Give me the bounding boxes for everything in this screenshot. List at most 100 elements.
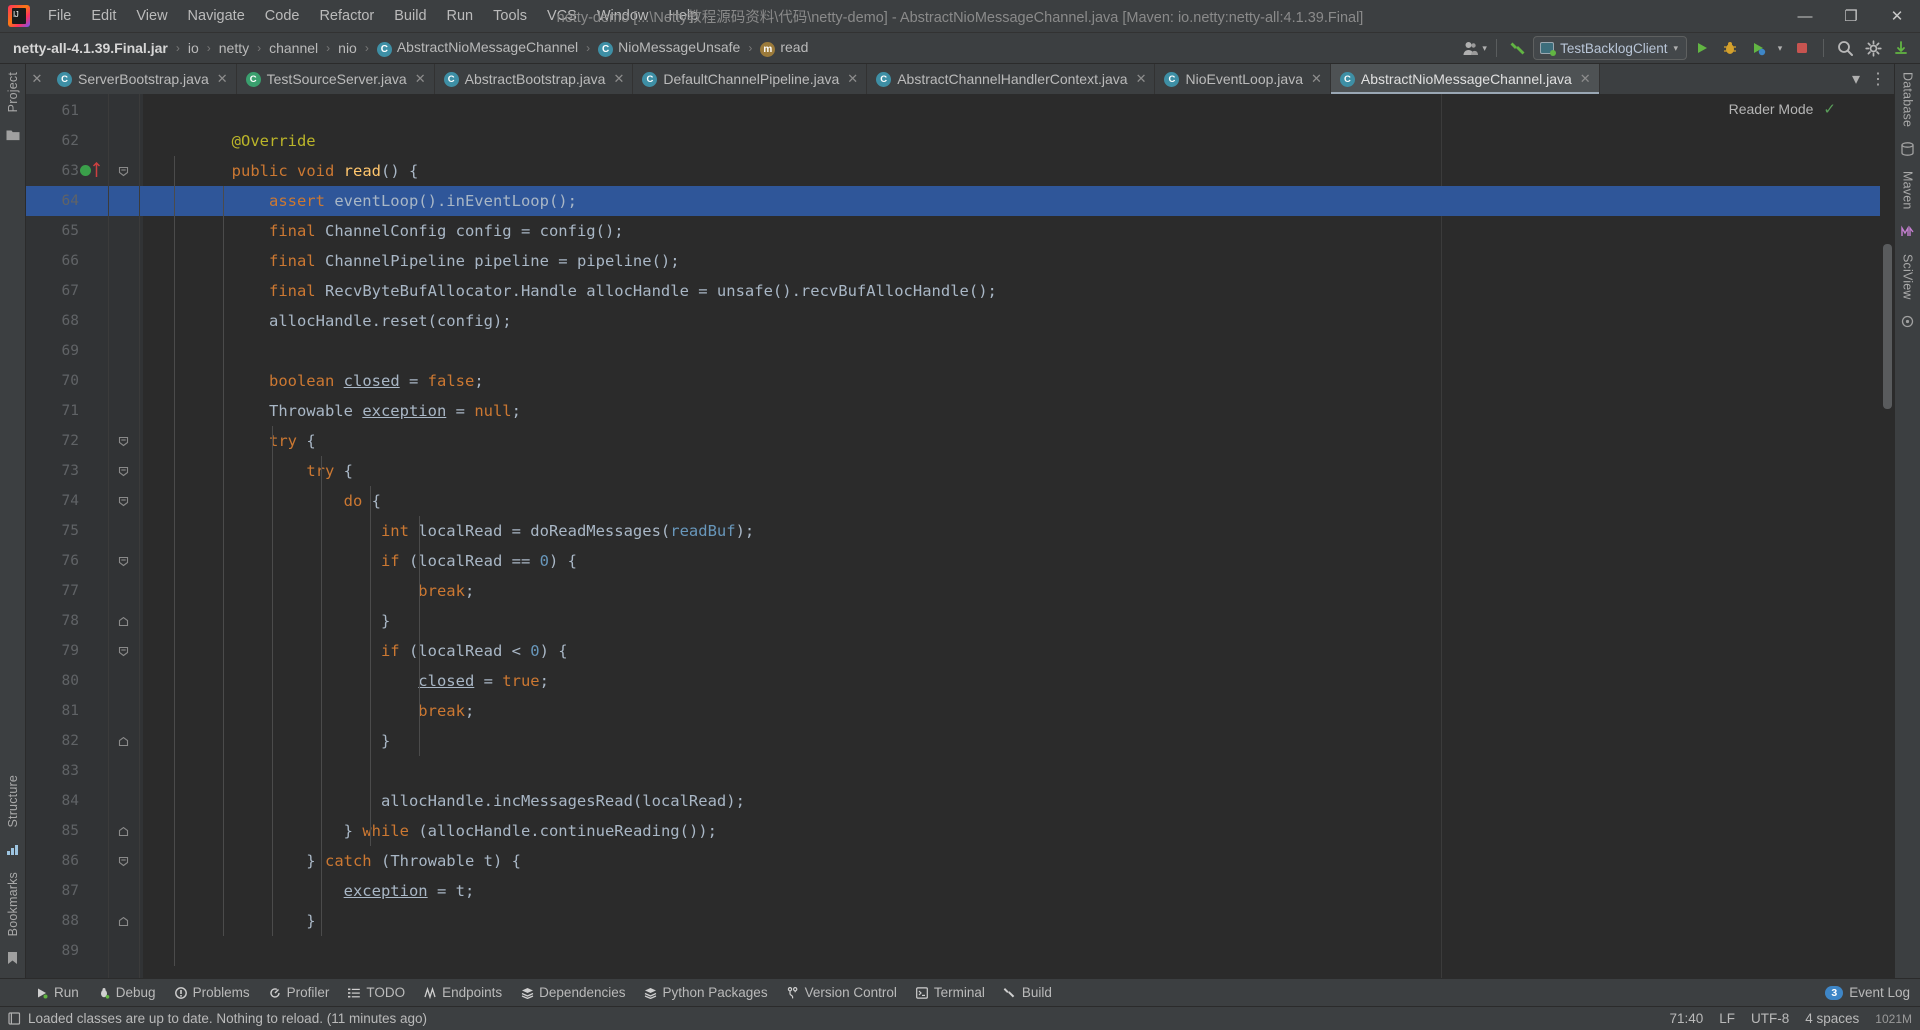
code-fold-icon[interactable] <box>116 486 130 516</box>
line-number[interactable]: 65 <box>39 216 79 246</box>
structure-icon[interactable] <box>5 842 21 858</box>
code-line[interactable]: final ChannelPipeline pipeline = pipelin… <box>143 246 1894 276</box>
menu-run[interactable]: Run <box>437 3 484 29</box>
menu-code[interactable]: Code <box>255 3 310 29</box>
code-fold-icon[interactable] <box>116 456 130 486</box>
line-number[interactable]: 70 <box>39 366 79 396</box>
run-with-coverage-button[interactable] <box>1745 36 1771 60</box>
override-method-icon[interactable] <box>80 165 91 176</box>
code-fold-end-icon[interactable] <box>116 906 130 936</box>
tabs-options-icon[interactable]: ⋮ <box>1868 67 1888 91</box>
menu-view[interactable]: View <box>126 3 177 29</box>
event-log-button[interactable]: 3 Event Log <box>1825 985 1910 1000</box>
tabs-overflow-icon[interactable]: ▾ <box>1846 67 1866 91</box>
code-line[interactable]: final RecvByteBufAllocator.Handle allocH… <box>143 276 1894 306</box>
code-line[interactable]: assert eventLoop().inEventLoop(); <box>143 186 1894 216</box>
line-number[interactable]: 62 <box>39 126 79 156</box>
menu-help[interactable]: Help <box>658 3 708 29</box>
tool-button-debug[interactable]: Debug <box>88 982 165 1003</box>
code-line[interactable]: if (localRead == 0) { <box>143 546 1894 576</box>
code-line[interactable]: boolean closed = false; <box>143 366 1894 396</box>
line-number[interactable]: 80 <box>39 666 79 696</box>
line-number[interactable]: 88 <box>39 906 79 936</box>
close-icon[interactable]: ✕ <box>217 71 228 87</box>
line-number[interactable]: 66 <box>39 246 79 276</box>
breadcrumb-item-io[interactable]: io <box>185 39 202 57</box>
tabs-close-icon[interactable]: ✕ <box>26 64 48 94</box>
breadcrumb-item-jar[interactable]: netty-all-4.1.39.Final.jar <box>10 39 171 57</box>
line-number[interactable]: 71 <box>39 396 79 426</box>
code-line[interactable] <box>143 936 1894 966</box>
code-line[interactable]: closed = true; <box>143 666 1894 696</box>
line-number[interactable]: 61 <box>39 96 79 126</box>
run-configuration-selector[interactable]: TestBacklogClient ▾ <box>1533 36 1687 60</box>
search-everywhere-icon[interactable] <box>1832 36 1858 60</box>
code-line[interactable]: allocHandle.reset(config); <box>143 306 1894 336</box>
user-account-icon[interactable]: ▾ <box>1462 36 1488 60</box>
code-fold-icon[interactable] <box>116 426 130 456</box>
code-line[interactable]: final ChannelConfig config = config(); <box>143 216 1894 246</box>
code-line[interactable]: Throwable exception = null; <box>143 396 1894 426</box>
sidebar-item-sciview[interactable]: SciView <box>1896 246 1920 308</box>
editor-scrollbar[interactable] <box>1880 94 1894 978</box>
tool-button-todo[interactable]: TODO <box>338 982 414 1003</box>
sidebar-item-maven[interactable]: Maven <box>1896 163 1920 218</box>
editor-tab-serverbootstrap[interactable]: C ServerBootstrap.java ✕ <box>48 64 237 94</box>
code-line[interactable] <box>143 96 1894 126</box>
menu-tools[interactable]: Tools <box>483 3 537 29</box>
editor-tab-nioeventloop[interactable]: C NioEventLoop.java ✕ <box>1155 64 1331 94</box>
close-icon[interactable]: ✕ <box>847 71 858 87</box>
line-number[interactable]: 77 <box>39 576 79 606</box>
code-line[interactable]: } while (allocHandle.continueReading()); <box>143 816 1894 846</box>
code-fold-end-icon[interactable] <box>116 726 130 756</box>
line-number[interactable]: 87 <box>39 876 79 906</box>
close-button[interactable]: ✕ <box>1874 0 1920 33</box>
line-number[interactable]: 89 <box>39 936 79 966</box>
line-number[interactable]: 82 <box>39 726 79 756</box>
code-line[interactable]: } <box>143 906 1894 936</box>
more-run-options-button[interactable]: ▾ <box>1773 36 1787 60</box>
code-line[interactable]: try { <box>143 456 1894 486</box>
code-line[interactable]: exception = t; <box>143 876 1894 906</box>
tool-button-dependencies[interactable]: Dependencies <box>511 982 634 1003</box>
code-line[interactable] <box>143 336 1894 366</box>
line-number[interactable]: 72 <box>39 426 79 456</box>
indent-setting[interactable]: 4 spaces <box>1805 1011 1859 1026</box>
line-number[interactable]: 75 <box>39 516 79 546</box>
menu-edit[interactable]: Edit <box>81 3 126 29</box>
code-fold-end-icon[interactable] <box>116 606 130 636</box>
line-number[interactable]: 85 <box>39 816 79 846</box>
code-fold-icon[interactable] <box>116 846 130 876</box>
line-number[interactable]: 76 <box>39 546 79 576</box>
sidebar-item-structure[interactable]: Structure <box>1 767 25 836</box>
close-icon[interactable]: ✕ <box>1136 71 1147 87</box>
bookmark-icon[interactable] <box>5 950 21 966</box>
tool-button-version-control[interactable]: Version Control <box>777 982 906 1003</box>
caret-position[interactable]: 71:40 <box>1669 1011 1703 1026</box>
code-fold-icon[interactable] <box>116 156 130 186</box>
breadcrumb-item-inner-class[interactable]: C NioMessageUnsafe <box>595 38 743 58</box>
tool-button-terminal[interactable]: Terminal <box>906 982 994 1003</box>
editor-gutter[interactable]: 61 62 63 64 65 66 67 68 69 70 71 72 73 74 75 76 77 78 79 80… <box>26 94 143 978</box>
code-line[interactable]: try { <box>143 426 1894 456</box>
editor-code[interactable]: @Override public void read() { assert ev… <box>143 94 1894 978</box>
menu-window[interactable]: Window <box>587 3 659 29</box>
editor-tab-abstractbootstrap[interactable]: C AbstractBootstrap.java ✕ <box>435 64 634 94</box>
code-line[interactable]: } <box>143 726 1894 756</box>
code-line[interactable]: } <box>143 606 1894 636</box>
maximize-button[interactable]: ❐ <box>1828 0 1874 33</box>
run-button[interactable] <box>1689 36 1715 60</box>
breadcrumb-item-netty[interactable]: netty <box>216 39 252 57</box>
sidebar-item-project[interactable]: Project <box>1 64 25 120</box>
update-project-icon[interactable] <box>1888 36 1914 60</box>
close-icon[interactable]: ✕ <box>613 71 624 87</box>
editor-tab-defaultchannelpipeline[interactable]: C DefaultChannelPipeline.java ✕ <box>633 64 868 94</box>
editor-tab-abstractchannelhandlercontext[interactable]: C AbstractChannelHandlerContext.java ✕ <box>867 64 1156 94</box>
minimize-button[interactable]: — <box>1782 0 1828 33</box>
breadcrumb-item-channel[interactable]: channel <box>266 39 321 57</box>
debug-button[interactable] <box>1717 36 1743 60</box>
line-number[interactable]: 79 <box>39 636 79 666</box>
line-number[interactable]: 81 <box>39 696 79 726</box>
tool-button-problems[interactable]: Problems <box>165 982 259 1003</box>
sidebar-item-bookmarks[interactable]: Bookmarks <box>1 864 25 944</box>
